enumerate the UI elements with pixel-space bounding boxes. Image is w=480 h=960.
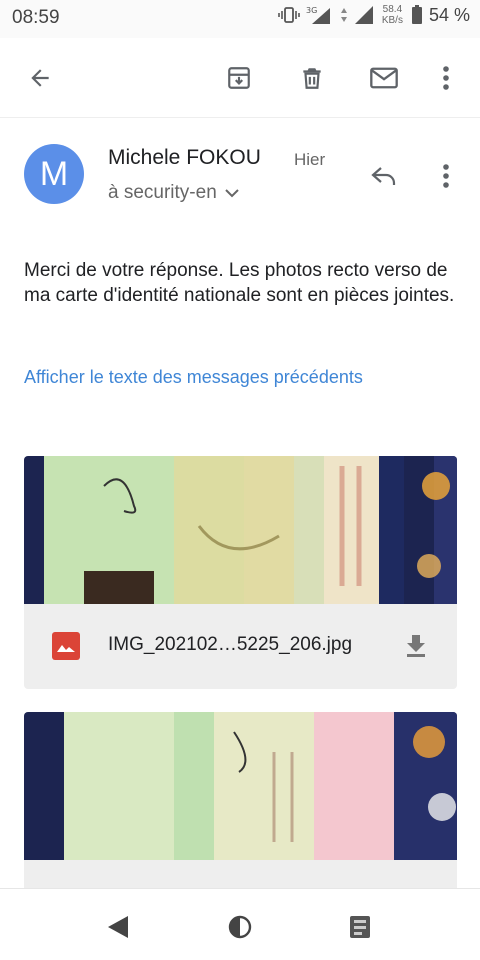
status-time: 08:59 xyxy=(12,7,60,28)
app-toolbar xyxy=(0,38,480,118)
nav-home-icon xyxy=(228,915,252,939)
back-arrow-icon xyxy=(31,69,49,87)
nav-home-button[interactable] xyxy=(222,909,258,945)
nav-recents-button[interactable] xyxy=(342,909,378,945)
status-icons: 3G 58.4 KB/s 54 % xyxy=(278,4,470,26)
attachment-card[interactable] xyxy=(24,712,457,912)
network-speed: 58.4 KB/s xyxy=(382,4,403,26)
message-date: Hier xyxy=(294,150,326,169)
avatar-letter: M xyxy=(39,154,69,193)
delete-button[interactable] xyxy=(292,58,332,98)
download-button[interactable] xyxy=(400,630,432,662)
vibrate-icon xyxy=(278,7,300,23)
more-options-button[interactable] xyxy=(426,58,466,98)
recipient-label: à security-en xyxy=(108,182,217,203)
nav-back-icon xyxy=(108,916,128,938)
network-type: 3G xyxy=(306,6,317,15)
message-body: Merci de votre réponse. Les photos recto… xyxy=(24,260,455,306)
signal-strength-icon xyxy=(354,5,374,25)
back-button[interactable] xyxy=(20,58,60,98)
speed-unit: KB/s xyxy=(381,15,403,26)
message-more-button[interactable] xyxy=(430,156,462,196)
status-bar: 08:59 3G 58.4 KB/s 54 % xyxy=(0,0,480,38)
attachment-filename: IMG_202102…5225_206.jpg xyxy=(108,634,353,655)
reply-icon xyxy=(371,167,396,185)
system-nav-bar xyxy=(0,888,480,960)
mark-unread-icon xyxy=(370,67,398,89)
attachment-thumbnail[interactable] xyxy=(24,456,457,604)
more-vert-icon xyxy=(443,66,449,90)
data-arrows-icon xyxy=(340,7,348,23)
attachment-footer: IMG_202102…5225_206.jpg xyxy=(24,604,457,689)
speed-value: 58.4 xyxy=(382,4,403,15)
attachment-card[interactable]: IMG_202102…5225_206.jpg xyxy=(24,456,457,689)
reply-button[interactable] xyxy=(364,156,404,196)
chevron-down-icon xyxy=(225,189,239,198)
image-file-icon xyxy=(52,632,80,660)
attachment-thumbnail[interactable] xyxy=(24,712,457,860)
nav-back-button[interactable] xyxy=(100,909,136,945)
more-vert-icon xyxy=(443,164,449,188)
battery-icon xyxy=(411,5,423,25)
battery-percent: 54 % xyxy=(428,4,470,25)
show-quoted-text-link[interactable]: Afficher le texte des messages précédent… xyxy=(24,367,363,388)
recipient-details-toggle[interactable]: à security-en xyxy=(108,182,239,204)
signal-3g-icon: 3G xyxy=(306,5,334,25)
nav-recents-icon xyxy=(350,916,370,938)
sender-name: Michele FOKOU xyxy=(108,146,261,169)
mark-unread-button[interactable] xyxy=(364,58,404,98)
archive-icon xyxy=(228,67,250,89)
avatar[interactable]: M xyxy=(24,144,84,204)
message-header: M Michele FOKOU Hier à security-en xyxy=(0,140,480,220)
archive-button[interactable] xyxy=(219,58,259,98)
delete-icon xyxy=(303,68,321,89)
download-icon xyxy=(407,635,425,657)
